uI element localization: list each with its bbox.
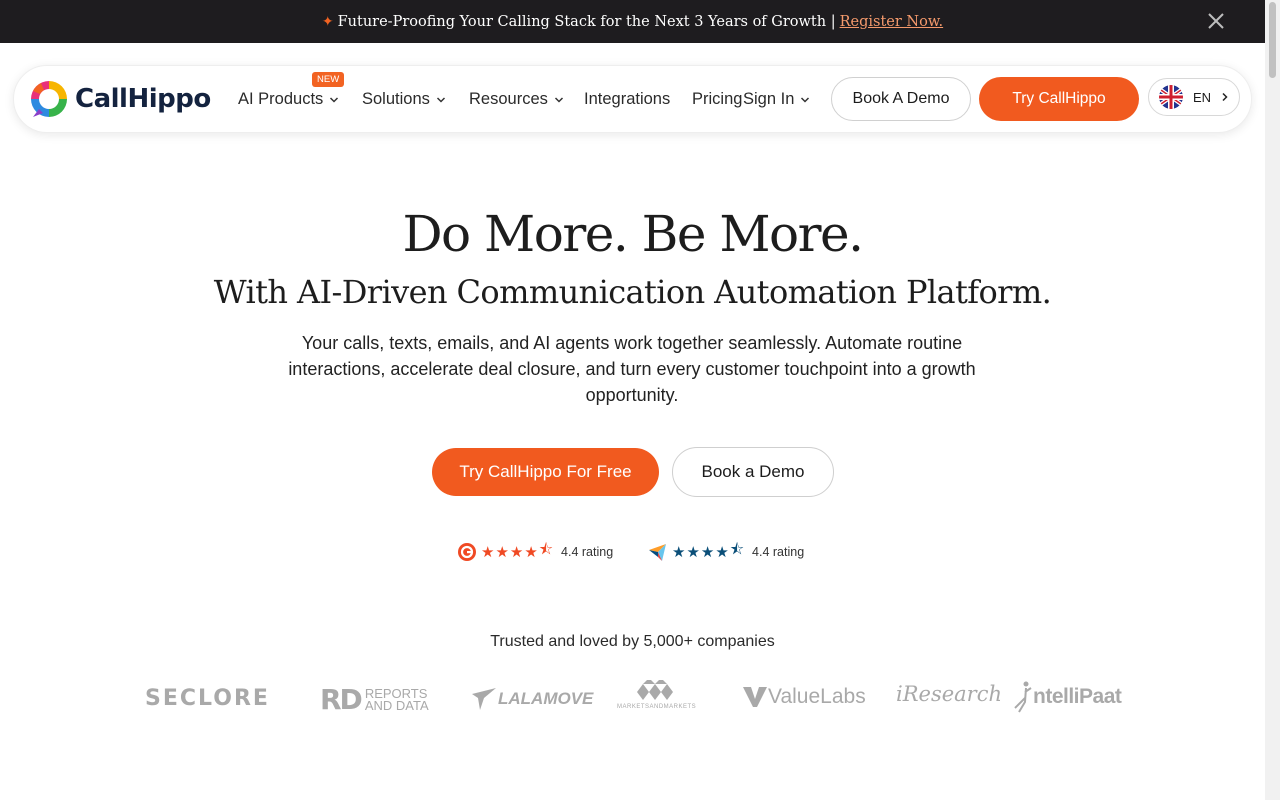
seclore-logo-text: SECLORE — [145, 686, 270, 711]
g2-rating: ★ ★ ★ ★ ⯪ 4.4 rating — [457, 539, 613, 564]
nav-item-solutions[interactable]: Solutions — [362, 90, 446, 109]
nav-item-ai-products[interactable]: AI Products — [238, 90, 339, 109]
iresearch-logo: iResearch — [896, 682, 1002, 706]
star-icon: ★ — [509, 543, 524, 561]
capterra-icon — [649, 543, 666, 561]
new-badge: NEW — [312, 72, 345, 87]
nav-item-label: AI Products — [238, 90, 324, 108]
nav-item-resources[interactable]: Resources — [469, 90, 564, 109]
g2-rating-value: 4.4 rating — [561, 544, 614, 559]
capterra-rating-value: 4.4 rating — [752, 544, 805, 559]
star-icon: ★ — [700, 543, 715, 561]
book-a-demo-button[interactable]: Book A Demo — [831, 77, 971, 121]
language-code: EN — [1193, 89, 1212, 105]
register-now-link[interactable]: Register Now. — [840, 14, 944, 30]
hero-description: Your calls, texts, emails, and AI agents… — [288, 333, 976, 405]
trusted-heading: Trusted and loved by 5,000+ companies — [490, 633, 775, 650]
valuelabs-logo-text: ValueLabs — [768, 685, 866, 708]
callhippo-logo-icon — [31, 81, 67, 117]
star-icon: ★ — [495, 543, 509, 561]
chevron-down-icon — [554, 96, 563, 103]
iresearch-logo-text: iResearch — [896, 682, 1003, 706]
intellipaat-logo: ntelliPaat — [1013, 680, 1122, 714]
nav-item-label: Pricing — [692, 90, 743, 108]
nav-item-label: Resources — [469, 90, 548, 108]
sparkle-icon: ✦ — [321, 13, 334, 30]
hero-subtitle: With AI-Driven Communication Automation … — [213, 273, 1052, 311]
chevron-down-icon — [330, 96, 339, 103]
star-icon: ★ — [481, 543, 495, 561]
intellipaat-figure-icon — [1014, 681, 1032, 713]
star-icon: ★ — [524, 543, 538, 561]
scrollbar[interactable] — [1265, 0, 1280, 800]
capterra-rating: ★ ★ ★ ★ ⯪ 4.4 rating — [648, 539, 804, 564]
scrollbar-thumb[interactable] — [1269, 2, 1276, 78]
nav-item-integrations[interactable]: Integrations — [584, 90, 670, 109]
marketsandmarkets-text: MARKETSANDMARKETS — [617, 704, 697, 710]
seclore-logo: SECLORE — [145, 686, 270, 711]
book-a-demo-hero-button[interactable]: Book a Demo — [672, 447, 834, 497]
chevron-down-icon — [436, 96, 445, 103]
g2-icon — [458, 542, 476, 561]
brand-name: CallHippo — [75, 84, 211, 114]
uk-flag-icon — [1159, 85, 1183, 109]
nav-item-pricing[interactable]: Pricing — [692, 90, 742, 109]
navbar: CallHippo AI Products NEW Solutions Reso… — [13, 65, 1252, 133]
nav-item-sign-in[interactable]: Sign In — [743, 90, 810, 109]
announcement-bar: ✦ Future-Proofing Your Calling Stack for… — [0, 0, 1265, 43]
try-callhippo-button[interactable]: Try CallHippo — [979, 77, 1139, 121]
nav-item-label: Sign In — [743, 90, 795, 108]
lalamove-logo: LALAMOVE — [470, 686, 593, 712]
language-selector[interactable]: EN — [1148, 78, 1240, 116]
chevron-right-icon — [1222, 92, 1228, 102]
valuelabs-v-icon — [743, 687, 767, 707]
hero-title: Do More. Be More. — [402, 205, 864, 263]
close-icon[interactable] — [1205, 10, 1227, 32]
announcement-text: Future-Proofing Your Calling Stack for t… — [337, 13, 836, 30]
chevron-down-icon — [801, 96, 810, 103]
star-icon: ★ — [672, 543, 686, 561]
half-star-icon: ⯪ — [538, 541, 554, 558]
intellipaat-logo-text: ntelliPaat — [1033, 685, 1122, 708]
half-star-icon: ⯪ — [729, 541, 745, 558]
marketsandmarkets-logo: MARKETSANDMARKETS — [617, 680, 696, 710]
lalamove-bird-icon — [472, 688, 496, 710]
marketsandmarkets-mark-icon — [636, 680, 673, 700]
lalamove-logo-text: LALAMOVE — [498, 689, 594, 708]
reports-and-data-logo: RD REPORTS AND DATA — [320, 683, 429, 716]
rd-mark: RD — [320, 683, 363, 716]
callhippo-logo[interactable]: CallHippo — [27, 77, 211, 121]
star-icon: ★ — [686, 543, 700, 561]
star-icon: ★ — [715, 543, 729, 561]
nav-item-label: Integrations — [584, 90, 671, 108]
valuelabs-logo: ValueLabs — [742, 684, 866, 710]
nav-item-label: Solutions — [362, 90, 430, 108]
try-callhippo-free-button[interactable]: Try CallHippo For Free — [432, 448, 659, 496]
and-data-text: AND DATA — [364, 697, 429, 713]
